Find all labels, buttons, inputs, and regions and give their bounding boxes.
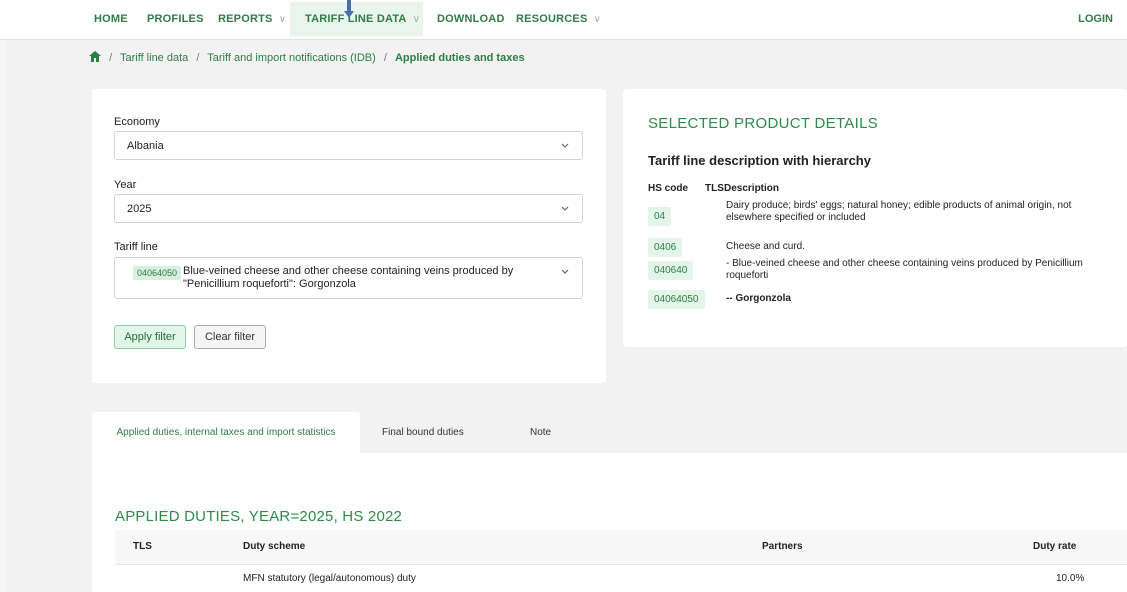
product-details-title: SELECTED PRODUCT DETAILS [648,115,879,132]
nav-item-label: TARIFF LINE DATA [305,13,407,25]
tls-header: TLS [705,183,724,194]
nav-item-tariff-line-data[interactable]: TARIFF LINE DATA ∨ [305,13,420,25]
filter-card: Economy Albania Year 2025 Tariff line 04… [92,89,606,383]
hierarchy-code: 040640 [648,261,694,280]
nav-item-resources[interactable]: RESOURCES ∨ [516,13,601,25]
hierarchy-code: 04 [648,207,672,226]
pointer-cursor-icon [344,0,354,18]
hierarchy-code: 0406 [648,238,683,257]
breadcrumb-separator: / [383,52,387,64]
nav-item-label: REPORTS [218,13,273,25]
hs-code-header: HS code [648,183,689,194]
column-header-partners: Partners [762,541,803,552]
chevron-down-icon: ∨ [278,14,287,25]
table-header: TLS Duty scheme Partners Duty rate [115,530,1127,565]
tariff-line-select[interactable]: 04064050 Blue-veined cheese and other ch… [114,257,583,299]
tab-note[interactable]: Note [530,412,551,453]
breadcrumb-current: Applied duties and taxes [394,52,525,64]
product-details-card: SELECTED PRODUCT DETAILS Tariff line des… [623,89,1127,347]
hierarchy-subtitle: Tariff line description with hierarchy [648,153,871,168]
tariff-code-badge: 04064050 [133,266,182,280]
breadcrumb: / Tariff line data / Tariff and import n… [89,51,525,64]
year-value: 2025 [127,203,152,215]
column-header-tls: TLS [133,541,152,552]
hierarchy-description: Dairy produce; birds' eggs; natural hone… [726,200,1072,223]
breadcrumb-idb[interactable]: Tariff and import notifications (IDB) [207,52,376,64]
table-cell-duty-rate: 10.0% [1056,573,1085,584]
nav-item-label: PROFILES [147,13,204,25]
breadcrumb-separator: / [196,52,200,64]
clear-filter-button[interactable]: Clear filter [194,325,266,349]
hierarchy-description: -- Gorgonzola [726,293,791,304]
economy-value: Albania [127,140,164,152]
hierarchy-description: Cheese and curd. [726,241,805,252]
breadcrumb-tariff-line-data[interactable]: Tariff line data [120,52,188,64]
nav-item-home[interactable]: HOME [94,13,128,25]
column-header-duty-scheme: Duty scheme [243,541,306,552]
result-tabs: Applied duties, internal taxes and impor… [92,412,1127,453]
applied-duties-panel: APPLIED DUTIES, YEAR=2025, HS 2022 TLS D… [92,453,1127,592]
economy-select[interactable]: Albania [114,131,583,160]
nav-item-download[interactable]: DOWNLOAD [437,13,505,25]
chevron-down-icon [561,269,569,274]
column-header-duty-rate: Duty rate [1033,541,1077,552]
breadcrumb-separator: / [109,52,113,64]
left-gutter [0,40,6,592]
home-icon[interactable] [89,51,101,62]
nav-item-label: HOME [94,13,128,25]
description-header: Description [724,183,780,194]
top-navigation: HOME PROFILES REPORTS ∨ TARIFF LINE DATA ∨… [0,0,1127,40]
nav-item-label: DOWNLOAD [437,13,505,25]
year-label: Year [114,179,137,191]
tariff-line-text: Blue-veined cheese and other cheese cont… [183,265,514,290]
chevron-down-icon [561,206,569,211]
table-row: MFN statutory (legal/autonomous) duty 10… [115,565,1127,592]
tariff-line-label: Tariff line [114,241,158,253]
nav-item-profiles[interactable]: PROFILES [147,13,204,25]
tab-applied-duties[interactable]: Applied duties, internal taxes and impor… [92,412,360,453]
nav-item-reports[interactable]: REPORTS ∨ [218,13,286,25]
login-link[interactable]: LOGIN [1078,13,1113,25]
apply-filter-button[interactable]: Apply filter [114,325,186,349]
economy-label: Economy [114,116,160,128]
hierarchy-code: 04064050 [648,290,705,309]
nav-item-label: RESOURCES [516,13,588,25]
year-select[interactable]: 2025 [114,194,583,223]
tab-final-bound-duties[interactable]: Final bound duties [382,412,464,453]
chevron-down-icon [561,143,569,148]
chevron-down-icon: ∨ [593,14,602,25]
applied-duties-title: APPLIED DUTIES, YEAR=2025, HS 2022 [115,508,403,525]
table-cell-duty-scheme: MFN statutory (legal/autonomous) duty [243,573,416,584]
chevron-down-icon: ∨ [412,14,421,25]
hierarchy-description: - Blue-veined cheese and other cheese co… [726,258,1083,281]
